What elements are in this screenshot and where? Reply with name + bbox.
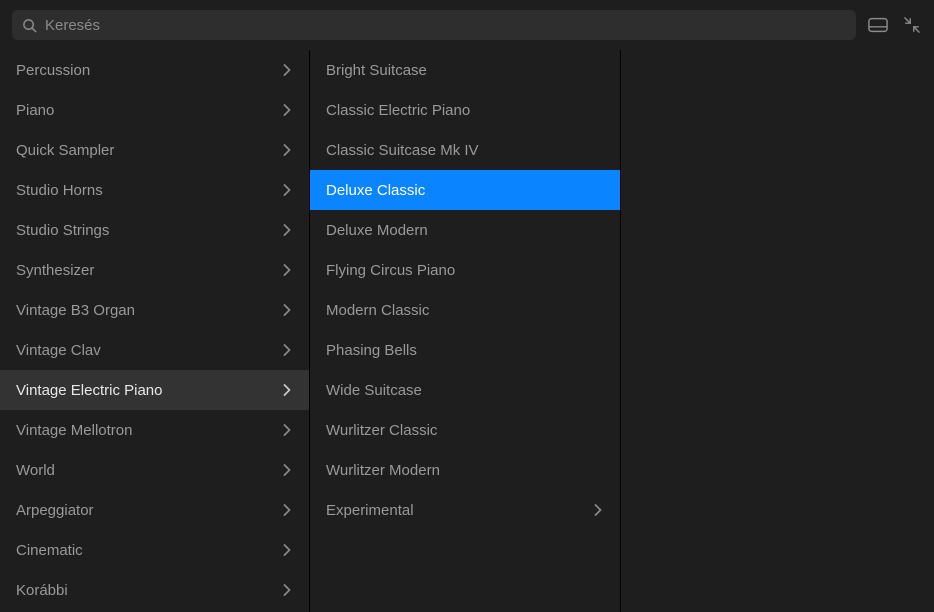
category-item[interactable]: Vintage Clav xyxy=(0,330,309,370)
preset-item-label: Deluxe Modern xyxy=(326,222,428,239)
chevron-right-icon xyxy=(283,584,291,596)
category-item[interactable]: Studio Strings xyxy=(0,210,309,250)
chevron-right-icon xyxy=(283,64,291,76)
preset-item[interactable]: Deluxe Classic xyxy=(310,170,620,210)
category-item-label: Percussion xyxy=(16,62,90,79)
detail-column xyxy=(621,50,934,612)
preset-item[interactable]: Flying Circus Piano xyxy=(310,250,620,290)
preset-item[interactable]: Bright Suitcase xyxy=(310,50,620,90)
search-box[interactable] xyxy=(12,10,856,40)
preset-item-label: Experimental xyxy=(326,502,414,519)
category-item[interactable]: Studio Horns xyxy=(0,170,309,210)
topbar-controls xyxy=(868,17,922,33)
chevron-right-icon xyxy=(283,224,291,236)
preset-item-label: Wide Suitcase xyxy=(326,382,422,399)
preset-item-label: Phasing Bells xyxy=(326,342,417,359)
preset-item[interactable]: Modern Classic xyxy=(310,290,620,330)
preset-item-label: Modern Classic xyxy=(326,302,429,319)
preset-item-label: Flying Circus Piano xyxy=(326,262,455,279)
category-item-label: Piano xyxy=(16,102,54,119)
category-item[interactable]: Piano xyxy=(0,90,309,130)
topbar xyxy=(0,0,934,50)
preset-item-label: Classic Electric Piano xyxy=(326,102,470,119)
preset-item[interactable]: Classic Suitcase Mk IV xyxy=(310,130,620,170)
category-item-label: Vintage Electric Piano xyxy=(16,382,162,399)
category-item-label: World xyxy=(16,462,55,479)
chevron-right-icon xyxy=(283,304,291,316)
category-item-label: Cinematic xyxy=(16,542,83,559)
chevron-right-icon xyxy=(283,104,291,116)
preset-item[interactable]: Wide Suitcase xyxy=(310,370,620,410)
preset-column: Bright Suitcase Classic Electric Piano Cla… xyxy=(310,50,621,612)
chevron-right-icon xyxy=(283,144,291,156)
category-item-label: Vintage B3 Organ xyxy=(16,302,135,319)
chevron-right-icon xyxy=(594,504,602,516)
category-item-label: Quick Sampler xyxy=(16,142,114,159)
category-item-label: Synthesizer xyxy=(16,262,94,279)
chevron-right-icon xyxy=(283,384,291,396)
chevron-right-icon xyxy=(283,464,291,476)
collapse-icon[interactable] xyxy=(902,17,922,33)
category-item-label: Arpeggiator xyxy=(16,502,94,519)
preset-item[interactable]: Wurlitzer Classic xyxy=(310,410,620,450)
browser-columns: Percussion Piano Quick Sampler Studio Horns… xyxy=(0,50,934,612)
category-column: Percussion Piano Quick Sampler Studio Horns… xyxy=(0,50,310,612)
category-item[interactable]: Vintage Electric Piano xyxy=(0,370,309,410)
preset-item[interactable]: Experimental xyxy=(310,490,620,530)
category-item-label: Studio Horns xyxy=(16,182,103,199)
category-item[interactable]: Cinematic xyxy=(0,530,309,570)
preset-item[interactable]: Wurlitzer Modern xyxy=(310,450,620,490)
category-item-label: Studio Strings xyxy=(16,222,109,239)
preset-item[interactable]: Classic Electric Piano xyxy=(310,90,620,130)
preset-item[interactable]: Deluxe Modern xyxy=(310,210,620,250)
category-item[interactable]: Arpeggiator xyxy=(0,490,309,530)
chevron-right-icon xyxy=(283,424,291,436)
preset-item-label: Classic Suitcase Mk IV xyxy=(326,142,479,159)
category-item[interactable]: Vintage Mellotron xyxy=(0,410,309,450)
category-item-label: Vintage Clav xyxy=(16,342,101,359)
category-item-label: Korábbi xyxy=(16,582,68,599)
chevron-right-icon xyxy=(283,504,291,516)
preset-item-label: Deluxe Classic xyxy=(326,182,425,199)
chevron-right-icon xyxy=(283,264,291,276)
preset-item-label: Wurlitzer Modern xyxy=(326,462,440,479)
search-input[interactable] xyxy=(45,17,846,34)
chevron-right-icon xyxy=(283,544,291,556)
category-item[interactable]: World xyxy=(0,450,309,490)
category-item[interactable]: Vintage B3 Organ xyxy=(0,290,309,330)
category-item[interactable]: Quick Sampler xyxy=(0,130,309,170)
category-item[interactable]: Korábbi xyxy=(0,570,309,610)
preset-item-label: Bright Suitcase xyxy=(326,62,427,79)
category-item-label: Vintage Mellotron xyxy=(16,422,132,439)
panel-toggle-icon[interactable] xyxy=(868,17,888,33)
preset-item[interactable]: Phasing Bells xyxy=(310,330,620,370)
category-item[interactable]: Synthesizer xyxy=(0,250,309,290)
search-icon xyxy=(22,18,37,33)
category-item[interactable]: Percussion xyxy=(0,50,309,90)
chevron-right-icon xyxy=(283,184,291,196)
preset-item-label: Wurlitzer Classic xyxy=(326,422,437,439)
chevron-right-icon xyxy=(283,344,291,356)
